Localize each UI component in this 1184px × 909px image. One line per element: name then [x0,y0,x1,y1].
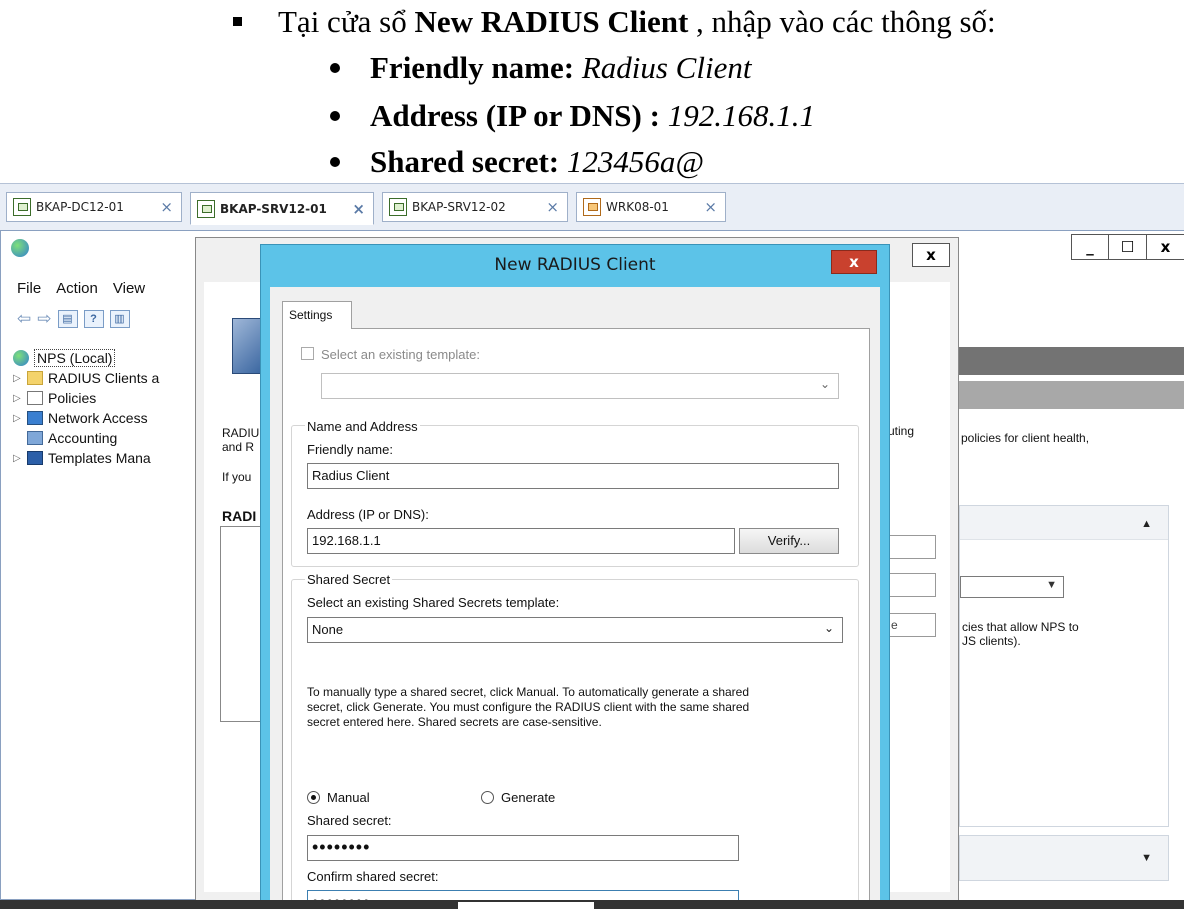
menu-action[interactable]: Action [56,280,98,297]
dot-bullet-icon [330,156,340,167]
nps-icon [11,239,29,257]
maximize-button[interactable]: ☐ [1109,234,1147,260]
bullet-shared-secret: Shared secret: 123456a@ [330,144,704,180]
back-arrow-icon[interactable]: ⇦ [17,309,31,329]
menu-bar: File Action View [17,280,145,297]
action-button[interactable] [884,573,936,597]
show-hide-tree-icon[interactable]: ▤ [57,310,78,328]
taskbar-strip [0,900,1184,909]
close-button[interactable]: x [1147,234,1184,260]
dot-bullet-icon [330,110,340,121]
vm-icon [197,199,215,218]
friendly-name-field[interactable]: Radius Client [307,463,839,489]
tree-item-nps-local[interactable]: NPS (Local) [13,348,159,368]
menu-view[interactable]: View [113,280,145,297]
close-icon[interactable]: × [704,198,717,216]
expand-icon[interactable]: ▷ [13,413,27,424]
vm-tab-bar: BKAP-DC12-01 × BKAP-SRV12-01 × BKAP-SRV1… [0,183,1184,230]
dot-bullet-icon [330,62,340,73]
chevron-down-icon: ⌄ [823,621,834,635]
expand-icon[interactable]: ▷ [13,393,27,404]
window-controls: _ ☐ x [1071,234,1184,260]
forward-arrow-icon[interactable]: ⇨ [37,309,51,329]
close-icon[interactable]: × [160,198,173,216]
tab-settings[interactable]: Settings [282,301,352,329]
chevron-down-icon: ⌄ [819,377,830,391]
accounting-icon [27,431,43,445]
document-instructions: Tại cửa sổ New RADIUS Client , nhập vào … [0,0,1184,183]
instruction-line: Tại cửa sổ New RADIUS Client , nhập vào … [233,4,996,40]
bullet-address: Address (IP or DNS) : 192.168.1.1 [330,98,815,134]
address-field[interactable]: 192.168.1.1 [307,528,735,554]
help-icon[interactable]: ? [83,310,104,328]
tab-bkap-srv12-01[interactable]: BKAP-SRV12-01 × [190,192,374,225]
settings-page: Select an existing template: ⌄ Name and … [282,328,870,909]
bullet-friendly-name: Friendly name: Radius Client [330,50,751,86]
scenario-select[interactable]: ▼ [960,576,1064,598]
vm-icon [389,198,407,216]
subheader-bar [959,381,1184,409]
nps-icon [13,350,29,366]
expand-icon[interactable]: ▼ [1141,852,1152,864]
right-pane: policies for client health, ▲ ▼ cies tha… [959,265,1184,901]
manual-radio[interactable] [307,791,320,804]
action-button[interactable] [884,535,936,559]
vm-icon [13,198,31,216]
expand-icon[interactable]: ▷ [13,453,27,464]
dialog-title: New RADIUS Client [494,255,656,275]
dialog-body: Settings Select an existing template: ⌄ … [270,287,880,909]
tree-item-accounting[interactable]: Accounting [13,428,159,448]
network-access-icon [27,411,43,425]
menu-file[interactable]: File [17,280,41,297]
tree-item-network-access[interactable]: ▷ Network Access [13,408,159,428]
collapsed-panel: ▼ [959,835,1169,881]
template-checkbox[interactable] [301,347,314,360]
verify-button[interactable]: Verify... [739,528,839,554]
tree-item-templates[interactable]: ▷ Templates Mana [13,448,159,468]
close-button[interactable]: x [912,243,950,267]
new-radius-client-dialog: New RADIUS Client x Settings Select an e… [260,244,890,909]
header-bar [959,347,1184,375]
close-icon[interactable]: × [546,198,559,216]
tree-item-policies[interactable]: ▷ Policies [13,388,159,408]
console-tree: NPS (Local) ▷ RADIUS Clients a ▷ Policie… [13,348,159,468]
tab-wrk08-01[interactable]: WRK08-01 × [576,192,726,222]
square-bullet-icon [233,17,242,27]
secret-template-select[interactable]: None ⌄ [307,617,843,643]
policy-icon [27,391,43,405]
vm-icon [583,198,601,216]
toolbar: ⇦ ⇨ ▤ ? ▥ [17,309,130,329]
tab-bkap-srv12-02[interactable]: BKAP-SRV12-02 × [382,192,568,222]
template-select[interactable]: ⌄ [321,373,839,399]
tab-bkap-dc12-01[interactable]: BKAP-DC12-01 × [6,192,182,222]
folder-icon [27,371,43,385]
minimize-button[interactable]: _ [1071,234,1109,260]
action-button[interactable]: e [884,613,936,637]
chevron-down-icon: ▼ [1046,579,1057,591]
generate-radio[interactable] [481,791,494,804]
templates-icon [27,451,43,465]
dialog-close-button[interactable]: x [831,250,877,274]
expand-icon[interactable]: ▷ [13,373,27,384]
show-action-pane-icon[interactable]: ▥ [109,310,130,328]
taskbar-search[interactable] [458,902,594,909]
close-icon[interactable]: × [352,200,365,218]
info-panel: ▲ ▼ cies that allow NPS to JS clients). [959,505,1169,827]
collapse-icon[interactable]: ▲ [1141,518,1152,530]
tree-item-radius-clients[interactable]: ▷ RADIUS Clients a [13,368,159,388]
shared-secret-field[interactable]: •••••••• [307,835,739,861]
